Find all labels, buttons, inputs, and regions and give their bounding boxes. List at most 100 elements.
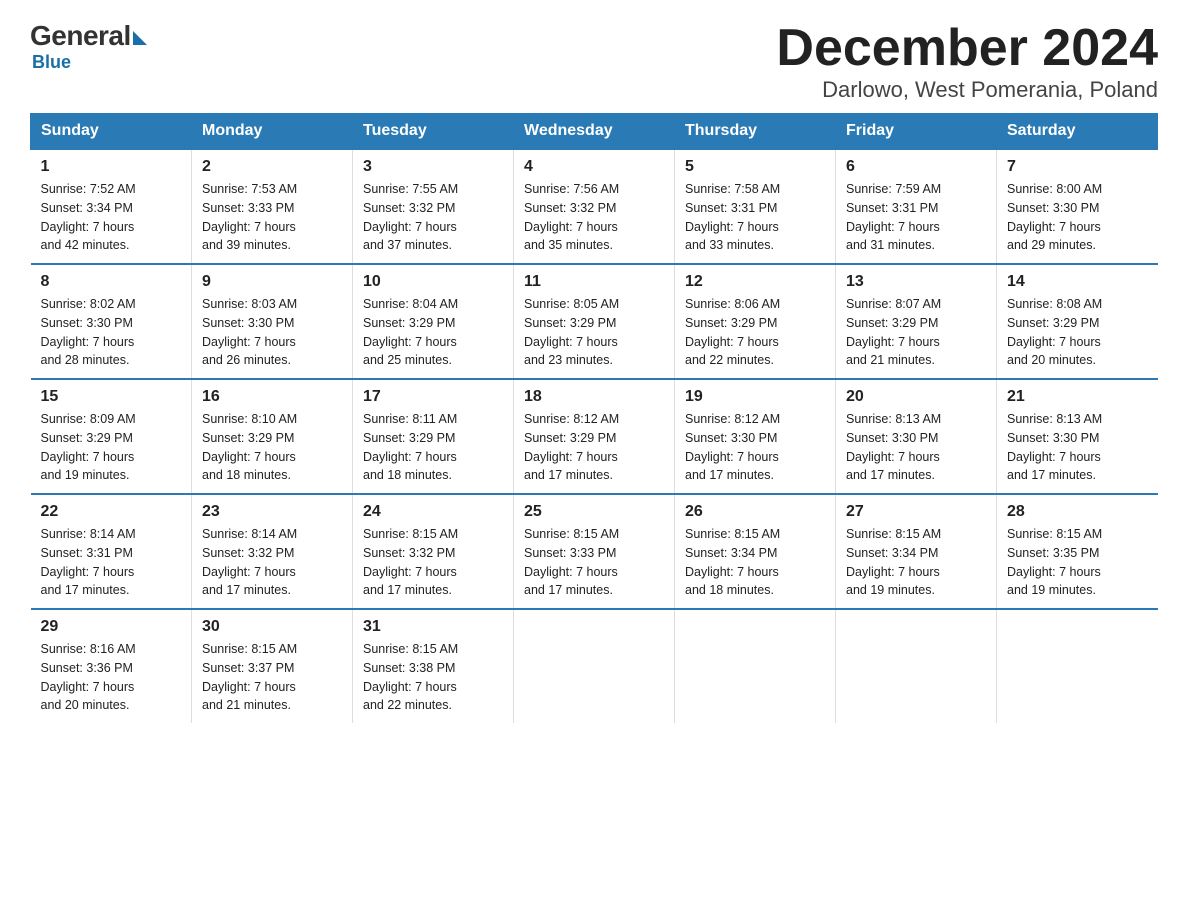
day-info: Sunrise: 8:13 AM Sunset: 3:30 PM Dayligh… — [1007, 410, 1148, 485]
header-saturday: Saturday — [997, 114, 1158, 150]
day-info: Sunrise: 8:12 AM Sunset: 3:30 PM Dayligh… — [685, 410, 825, 485]
logo-arrow-icon — [133, 31, 147, 45]
location-subtitle: Darlowo, West Pomerania, Poland — [776, 77, 1158, 103]
calendar-cell: 19 Sunrise: 8:12 AM Sunset: 3:30 PM Dayl… — [675, 379, 836, 494]
calendar-cell: 26 Sunrise: 8:15 AM Sunset: 3:34 PM Dayl… — [675, 494, 836, 609]
day-info: Sunrise: 8:15 AM Sunset: 3:32 PM Dayligh… — [363, 525, 503, 600]
calendar-cell: 15 Sunrise: 8:09 AM Sunset: 3:29 PM Dayl… — [31, 379, 192, 494]
day-info: Sunrise: 8:12 AM Sunset: 3:29 PM Dayligh… — [524, 410, 664, 485]
day-number: 29 — [41, 618, 182, 636]
page-header: General Blue December 2024 Darlowo, West… — [30, 20, 1158, 103]
day-info: Sunrise: 8:15 AM Sunset: 3:38 PM Dayligh… — [363, 640, 503, 715]
calendar-cell: 8 Sunrise: 8:02 AM Sunset: 3:30 PM Dayli… — [31, 264, 192, 379]
day-number: 7 — [1007, 158, 1148, 176]
day-number: 17 — [363, 388, 503, 406]
day-info: Sunrise: 8:07 AM Sunset: 3:29 PM Dayligh… — [846, 295, 986, 370]
calendar-week-row: 15 Sunrise: 8:09 AM Sunset: 3:29 PM Dayl… — [31, 379, 1158, 494]
day-number: 9 — [202, 273, 342, 291]
calendar-cell: 4 Sunrise: 7:56 AM Sunset: 3:32 PM Dayli… — [514, 149, 675, 264]
day-info: Sunrise: 8:14 AM Sunset: 3:32 PM Dayligh… — [202, 525, 342, 600]
calendar-cell: 16 Sunrise: 8:10 AM Sunset: 3:29 PM Dayl… — [192, 379, 353, 494]
day-number: 22 — [41, 503, 182, 521]
calendar-cell: 27 Sunrise: 8:15 AM Sunset: 3:34 PM Dayl… — [836, 494, 997, 609]
day-number: 16 — [202, 388, 342, 406]
day-info: Sunrise: 8:00 AM Sunset: 3:30 PM Dayligh… — [1007, 180, 1148, 255]
day-number: 19 — [685, 388, 825, 406]
day-number: 25 — [524, 503, 664, 521]
day-info: Sunrise: 7:55 AM Sunset: 3:32 PM Dayligh… — [363, 180, 503, 255]
calendar-cell: 30 Sunrise: 8:15 AM Sunset: 3:37 PM Dayl… — [192, 609, 353, 723]
calendar-week-row: 1 Sunrise: 7:52 AM Sunset: 3:34 PM Dayli… — [31, 149, 1158, 264]
day-number: 11 — [524, 273, 664, 291]
day-number: 5 — [685, 158, 825, 176]
day-info: Sunrise: 7:59 AM Sunset: 3:31 PM Dayligh… — [846, 180, 986, 255]
calendar-cell: 24 Sunrise: 8:15 AM Sunset: 3:32 PM Dayl… — [353, 494, 514, 609]
day-number: 15 — [41, 388, 182, 406]
day-info: Sunrise: 7:53 AM Sunset: 3:33 PM Dayligh… — [202, 180, 342, 255]
day-number: 12 — [685, 273, 825, 291]
calendar-cell: 6 Sunrise: 7:59 AM Sunset: 3:31 PM Dayli… — [836, 149, 997, 264]
day-info: Sunrise: 8:08 AM Sunset: 3:29 PM Dayligh… — [1007, 295, 1148, 370]
calendar-cell — [836, 609, 997, 723]
day-info: Sunrise: 8:10 AM Sunset: 3:29 PM Dayligh… — [202, 410, 342, 485]
day-info: Sunrise: 8:03 AM Sunset: 3:30 PM Dayligh… — [202, 295, 342, 370]
day-number: 28 — [1007, 503, 1148, 521]
calendar-cell: 20 Sunrise: 8:13 AM Sunset: 3:30 PM Dayl… — [836, 379, 997, 494]
day-number: 8 — [41, 273, 182, 291]
calendar-week-row: 29 Sunrise: 8:16 AM Sunset: 3:36 PM Dayl… — [31, 609, 1158, 723]
header-thursday: Thursday — [675, 114, 836, 150]
day-info: Sunrise: 8:13 AM Sunset: 3:30 PM Dayligh… — [846, 410, 986, 485]
day-number: 31 — [363, 618, 503, 636]
calendar-cell: 9 Sunrise: 8:03 AM Sunset: 3:30 PM Dayli… — [192, 264, 353, 379]
header-monday: Monday — [192, 114, 353, 150]
day-info: Sunrise: 8:15 AM Sunset: 3:35 PM Dayligh… — [1007, 525, 1148, 600]
calendar-cell: 11 Sunrise: 8:05 AM Sunset: 3:29 PM Dayl… — [514, 264, 675, 379]
day-info: Sunrise: 8:15 AM Sunset: 3:34 PM Dayligh… — [846, 525, 986, 600]
calendar-cell: 22 Sunrise: 8:14 AM Sunset: 3:31 PM Dayl… — [31, 494, 192, 609]
logo-blue-text: Blue — [32, 52, 71, 72]
logo: General Blue — [30, 20, 147, 73]
calendar-cell: 12 Sunrise: 8:06 AM Sunset: 3:29 PM Dayl… — [675, 264, 836, 379]
calendar-cell: 18 Sunrise: 8:12 AM Sunset: 3:29 PM Dayl… — [514, 379, 675, 494]
header-tuesday: Tuesday — [353, 114, 514, 150]
calendar-cell: 10 Sunrise: 8:04 AM Sunset: 3:29 PM Dayl… — [353, 264, 514, 379]
day-info: Sunrise: 7:52 AM Sunset: 3:34 PM Dayligh… — [41, 180, 182, 255]
day-info: Sunrise: 8:04 AM Sunset: 3:29 PM Dayligh… — [363, 295, 503, 370]
month-title: December 2024 — [776, 20, 1158, 77]
day-number: 1 — [41, 158, 182, 176]
day-info: Sunrise: 8:02 AM Sunset: 3:30 PM Dayligh… — [41, 295, 182, 370]
day-number: 30 — [202, 618, 342, 636]
calendar-cell: 21 Sunrise: 8:13 AM Sunset: 3:30 PM Dayl… — [997, 379, 1158, 494]
day-info: Sunrise: 8:15 AM Sunset: 3:37 PM Dayligh… — [202, 640, 342, 715]
day-number: 14 — [1007, 273, 1148, 291]
day-number: 10 — [363, 273, 503, 291]
header-sunday: Sunday — [31, 114, 192, 150]
day-info: Sunrise: 8:05 AM Sunset: 3:29 PM Dayligh… — [524, 295, 664, 370]
day-info: Sunrise: 8:11 AM Sunset: 3:29 PM Dayligh… — [363, 410, 503, 485]
day-number: 2 — [202, 158, 342, 176]
calendar-cell: 23 Sunrise: 8:14 AM Sunset: 3:32 PM Dayl… — [192, 494, 353, 609]
day-info: Sunrise: 8:15 AM Sunset: 3:34 PM Dayligh… — [685, 525, 825, 600]
day-info: Sunrise: 8:06 AM Sunset: 3:29 PM Dayligh… — [685, 295, 825, 370]
day-info: Sunrise: 8:15 AM Sunset: 3:33 PM Dayligh… — [524, 525, 664, 600]
calendar-table: SundayMondayTuesdayWednesdayThursdayFrid… — [30, 113, 1158, 723]
calendar-header-row: SundayMondayTuesdayWednesdayThursdayFrid… — [31, 114, 1158, 150]
calendar-cell — [997, 609, 1158, 723]
calendar-cell: 13 Sunrise: 8:07 AM Sunset: 3:29 PM Dayl… — [836, 264, 997, 379]
day-info: Sunrise: 8:16 AM Sunset: 3:36 PM Dayligh… — [41, 640, 182, 715]
header-wednesday: Wednesday — [514, 114, 675, 150]
calendar-cell: 14 Sunrise: 8:08 AM Sunset: 3:29 PM Dayl… — [997, 264, 1158, 379]
calendar-cell: 3 Sunrise: 7:55 AM Sunset: 3:32 PM Dayli… — [353, 149, 514, 264]
day-number: 21 — [1007, 388, 1148, 406]
day-number: 3 — [363, 158, 503, 176]
day-number: 23 — [202, 503, 342, 521]
day-number: 24 — [363, 503, 503, 521]
calendar-cell: 2 Sunrise: 7:53 AM Sunset: 3:33 PM Dayli… — [192, 149, 353, 264]
day-info: Sunrise: 8:09 AM Sunset: 3:29 PM Dayligh… — [41, 410, 182, 485]
header-friday: Friday — [836, 114, 997, 150]
day-number: 4 — [524, 158, 664, 176]
calendar-cell: 17 Sunrise: 8:11 AM Sunset: 3:29 PM Dayl… — [353, 379, 514, 494]
calendar-cell: 31 Sunrise: 8:15 AM Sunset: 3:38 PM Dayl… — [353, 609, 514, 723]
calendar-cell — [514, 609, 675, 723]
day-number: 13 — [846, 273, 986, 291]
